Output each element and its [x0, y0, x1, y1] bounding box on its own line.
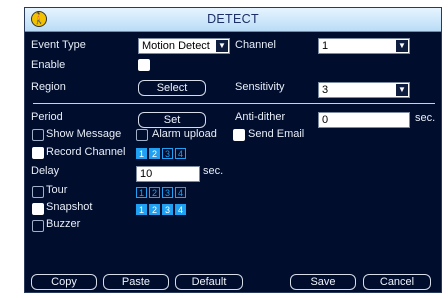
sensitivity-label: Sensitivity — [235, 81, 285, 93]
record-channel-4[interactable]: 4 — [175, 148, 186, 159]
detect-dialog: 🚶 DETECT Event Type Motion Detect ▼ Chan… — [24, 7, 442, 293]
send-email-label: Send Email — [248, 128, 305, 140]
record-channel-label: Record Channel — [46, 146, 126, 158]
tour-channel-1[interactable]: 1 — [136, 187, 147, 198]
enable-label: Enable — [31, 59, 66, 71]
snapshot-channel-2[interactable]: 2 — [149, 204, 160, 215]
send-email-checkbox[interactable] — [233, 129, 245, 141]
cancel-button[interactable]: Cancel — [363, 274, 431, 290]
channel-value: 1 — [322, 40, 329, 52]
delay-label: Delay — [31, 165, 60, 177]
region-label: Region — [31, 81, 66, 93]
buzzer-label: Buzzer — [46, 218, 81, 230]
dialog-title: DETECT — [207, 12, 259, 26]
default-button[interactable]: Default — [175, 274, 243, 290]
tour-checkbox[interactable] — [32, 186, 44, 198]
anti-dither-label: Anti-dither — [235, 111, 286, 123]
record-channel-1[interactable]: 1 — [136, 148, 147, 159]
tour-channel-3[interactable]: 3 — [162, 187, 173, 198]
snapshot-channel-1[interactable]: 1 — [136, 204, 147, 215]
channel-dropdown[interactable]: 1 ▼ — [318, 38, 410, 54]
period-label: Period — [31, 111, 63, 123]
delay-unit: sec. — [203, 165, 224, 177]
copy-button[interactable]: Copy — [31, 274, 97, 290]
enable-checkbox[interactable] — [138, 59, 150, 71]
snapshot-channel-3[interactable]: 3 — [162, 204, 173, 215]
delay-value: 10 — [140, 168, 153, 180]
paste-button[interactable]: Paste — [103, 274, 169, 290]
record-channel-2[interactable]: 2 — [149, 148, 160, 159]
region-select-button[interactable]: Select — [138, 80, 206, 96]
tour-channel-2[interactable]: 2 — [149, 187, 160, 198]
show-message-checkbox[interactable] — [32, 129, 44, 141]
record-channel-3[interactable]: 3 — [162, 148, 173, 159]
tour-channel-4[interactable]: 4 — [175, 187, 186, 198]
snapshot-checkbox[interactable] — [32, 203, 44, 215]
save-button[interactable]: Save — [290, 274, 356, 290]
chevron-down-icon: ▼ — [396, 84, 408, 96]
channel-label: Channel — [235, 39, 276, 51]
sensitivity-dropdown[interactable]: 3 ▼ — [318, 82, 410, 98]
tour-label: Tour — [46, 184, 68, 196]
anti-dither-value: 0 — [322, 114, 329, 126]
snapshot-label: Snapshot — [46, 201, 93, 213]
anti-dither-unit: sec. — [415, 112, 436, 124]
alarm-upload-checkbox[interactable] — [136, 129, 148, 141]
snapshot-channel-4[interactable]: 4 — [175, 204, 186, 215]
separator-line — [33, 103, 435, 104]
sensitivity-value: 3 — [322, 84, 329, 96]
event-type-label: Event Type — [31, 39, 86, 51]
chevron-down-icon: ▼ — [396, 40, 408, 52]
period-set-button[interactable]: Set — [138, 112, 206, 128]
alarm-upload-label: Alarm upload — [152, 128, 217, 140]
event-type-value: Motion Detect — [142, 40, 210, 52]
delay-input[interactable]: 10 — [136, 166, 200, 182]
record-channel-checkbox[interactable] — [32, 147, 44, 159]
title-bar: 🚶 DETECT — [25, 8, 441, 32]
show-message-label: Show Message — [46, 128, 122, 140]
event-type-dropdown[interactable]: Motion Detect ▼ — [138, 38, 230, 54]
buzzer-checkbox[interactable] — [32, 220, 44, 232]
anti-dither-input[interactable]: 0 — [318, 112, 410, 128]
chevron-down-icon: ▼ — [216, 40, 228, 52]
